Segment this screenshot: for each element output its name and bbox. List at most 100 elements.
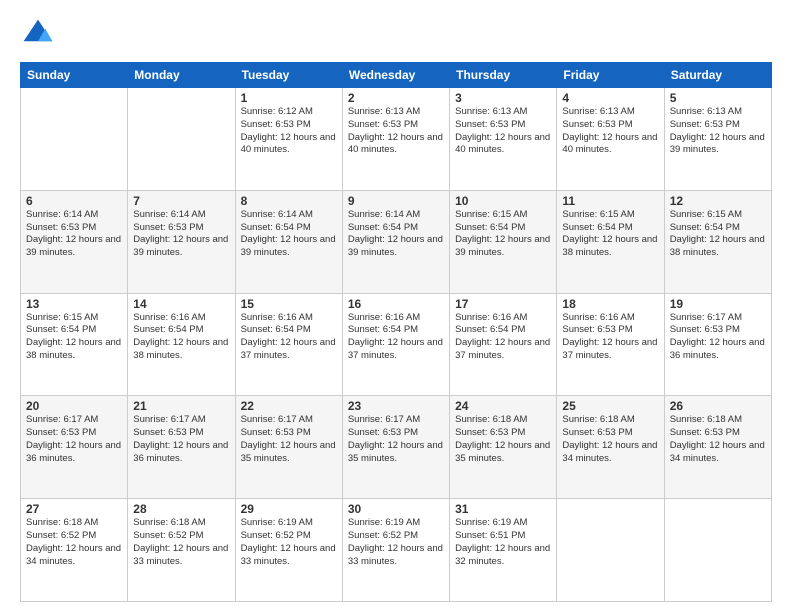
calendar-cell: 18Sunrise: 6:16 AMSunset: 6:53 PMDayligh…	[557, 293, 664, 396]
calendar-cell: 22Sunrise: 6:17 AMSunset: 6:53 PMDayligh…	[235, 396, 342, 499]
day-info: Sunrise: 6:17 AMSunset: 6:53 PMDaylight:…	[26, 414, 122, 465]
calendar-cell: 3Sunrise: 6:13 AMSunset: 6:53 PMDaylight…	[450, 88, 557, 191]
day-info: Sunrise: 6:18 AMSunset: 6:52 PMDaylight:…	[133, 517, 229, 568]
calendar-cell: 24Sunrise: 6:18 AMSunset: 6:53 PMDayligh…	[450, 396, 557, 499]
day-info: Sunrise: 6:19 AMSunset: 6:52 PMDaylight:…	[241, 517, 337, 568]
day-info: Sunrise: 6:13 AMSunset: 6:53 PMDaylight:…	[670, 106, 766, 157]
weekday-saturday: Saturday	[664, 63, 771, 88]
day-number: 6	[26, 194, 122, 208]
day-info: Sunrise: 6:18 AMSunset: 6:53 PMDaylight:…	[455, 414, 551, 465]
calendar-week-4: 20Sunrise: 6:17 AMSunset: 6:53 PMDayligh…	[21, 396, 772, 499]
calendar-cell: 13Sunrise: 6:15 AMSunset: 6:54 PMDayligh…	[21, 293, 128, 396]
day-info: Sunrise: 6:17 AMSunset: 6:53 PMDaylight:…	[133, 414, 229, 465]
day-number: 22	[241, 399, 337, 413]
calendar-cell: 31Sunrise: 6:19 AMSunset: 6:51 PMDayligh…	[450, 499, 557, 602]
day-info: Sunrise: 6:13 AMSunset: 6:53 PMDaylight:…	[348, 106, 444, 157]
day-number: 19	[670, 297, 766, 311]
day-info: Sunrise: 6:17 AMSunset: 6:53 PMDaylight:…	[241, 414, 337, 465]
logo-icon	[20, 16, 56, 52]
calendar-cell: 4Sunrise: 6:13 AMSunset: 6:53 PMDaylight…	[557, 88, 664, 191]
calendar-cell: 6Sunrise: 6:14 AMSunset: 6:53 PMDaylight…	[21, 190, 128, 293]
day-number: 8	[241, 194, 337, 208]
day-info: Sunrise: 6:18 AMSunset: 6:53 PMDaylight:…	[670, 414, 766, 465]
day-info: Sunrise: 6:13 AMSunset: 6:53 PMDaylight:…	[562, 106, 658, 157]
calendar-cell	[664, 499, 771, 602]
day-info: Sunrise: 6:14 AMSunset: 6:53 PMDaylight:…	[133, 209, 229, 260]
day-number: 31	[455, 502, 551, 516]
calendar-week-1: 1Sunrise: 6:12 AMSunset: 6:53 PMDaylight…	[21, 88, 772, 191]
day-info: Sunrise: 6:19 AMSunset: 6:51 PMDaylight:…	[455, 517, 551, 568]
day-info: Sunrise: 6:17 AMSunset: 6:53 PMDaylight:…	[670, 312, 766, 363]
day-info: Sunrise: 6:15 AMSunset: 6:54 PMDaylight:…	[26, 312, 122, 363]
day-number: 3	[455, 91, 551, 105]
header	[20, 16, 772, 52]
calendar-cell: 28Sunrise: 6:18 AMSunset: 6:52 PMDayligh…	[128, 499, 235, 602]
page: SundayMondayTuesdayWednesdayThursdayFrid…	[0, 0, 792, 612]
calendar-cell: 9Sunrise: 6:14 AMSunset: 6:54 PMDaylight…	[342, 190, 449, 293]
calendar-cell: 20Sunrise: 6:17 AMSunset: 6:53 PMDayligh…	[21, 396, 128, 499]
calendar-week-3: 13Sunrise: 6:15 AMSunset: 6:54 PMDayligh…	[21, 293, 772, 396]
day-number: 18	[562, 297, 658, 311]
calendar-cell: 7Sunrise: 6:14 AMSunset: 6:53 PMDaylight…	[128, 190, 235, 293]
day-info: Sunrise: 6:18 AMSunset: 6:53 PMDaylight:…	[562, 414, 658, 465]
day-number: 11	[562, 194, 658, 208]
calendar-cell: 15Sunrise: 6:16 AMSunset: 6:54 PMDayligh…	[235, 293, 342, 396]
day-number: 1	[241, 91, 337, 105]
day-number: 13	[26, 297, 122, 311]
day-number: 14	[133, 297, 229, 311]
calendar-cell: 29Sunrise: 6:19 AMSunset: 6:52 PMDayligh…	[235, 499, 342, 602]
weekday-tuesday: Tuesday	[235, 63, 342, 88]
calendar-cell: 1Sunrise: 6:12 AMSunset: 6:53 PMDaylight…	[235, 88, 342, 191]
calendar-cell: 8Sunrise: 6:14 AMSunset: 6:54 PMDaylight…	[235, 190, 342, 293]
calendar-cell: 17Sunrise: 6:16 AMSunset: 6:54 PMDayligh…	[450, 293, 557, 396]
calendar-cell: 19Sunrise: 6:17 AMSunset: 6:53 PMDayligh…	[664, 293, 771, 396]
day-info: Sunrise: 6:12 AMSunset: 6:53 PMDaylight:…	[241, 106, 337, 157]
calendar-cell: 25Sunrise: 6:18 AMSunset: 6:53 PMDayligh…	[557, 396, 664, 499]
day-number: 29	[241, 502, 337, 516]
day-info: Sunrise: 6:14 AMSunset: 6:53 PMDaylight:…	[26, 209, 122, 260]
day-info: Sunrise: 6:14 AMSunset: 6:54 PMDaylight:…	[348, 209, 444, 260]
calendar-cell: 2Sunrise: 6:13 AMSunset: 6:53 PMDaylight…	[342, 88, 449, 191]
day-info: Sunrise: 6:15 AMSunset: 6:54 PMDaylight:…	[670, 209, 766, 260]
day-info: Sunrise: 6:16 AMSunset: 6:54 PMDaylight:…	[133, 312, 229, 363]
day-info: Sunrise: 6:17 AMSunset: 6:53 PMDaylight:…	[348, 414, 444, 465]
calendar-cell: 12Sunrise: 6:15 AMSunset: 6:54 PMDayligh…	[664, 190, 771, 293]
day-number: 21	[133, 399, 229, 413]
day-info: Sunrise: 6:16 AMSunset: 6:53 PMDaylight:…	[562, 312, 658, 363]
logo	[20, 16, 60, 52]
day-number: 9	[348, 194, 444, 208]
day-number: 28	[133, 502, 229, 516]
calendar-week-5: 27Sunrise: 6:18 AMSunset: 6:52 PMDayligh…	[21, 499, 772, 602]
weekday-header-row: SundayMondayTuesdayWednesdayThursdayFrid…	[21, 63, 772, 88]
day-info: Sunrise: 6:18 AMSunset: 6:52 PMDaylight:…	[26, 517, 122, 568]
day-info: Sunrise: 6:16 AMSunset: 6:54 PMDaylight:…	[455, 312, 551, 363]
calendar-cell: 11Sunrise: 6:15 AMSunset: 6:54 PMDayligh…	[557, 190, 664, 293]
day-number: 17	[455, 297, 551, 311]
calendar-cell: 27Sunrise: 6:18 AMSunset: 6:52 PMDayligh…	[21, 499, 128, 602]
calendar-cell: 5Sunrise: 6:13 AMSunset: 6:53 PMDaylight…	[664, 88, 771, 191]
calendar-cell: 16Sunrise: 6:16 AMSunset: 6:54 PMDayligh…	[342, 293, 449, 396]
day-number: 2	[348, 91, 444, 105]
day-number: 12	[670, 194, 766, 208]
day-number: 25	[562, 399, 658, 413]
day-number: 15	[241, 297, 337, 311]
day-info: Sunrise: 6:15 AMSunset: 6:54 PMDaylight:…	[562, 209, 658, 260]
calendar-week-2: 6Sunrise: 6:14 AMSunset: 6:53 PMDaylight…	[21, 190, 772, 293]
weekday-sunday: Sunday	[21, 63, 128, 88]
day-number: 26	[670, 399, 766, 413]
weekday-friday: Friday	[557, 63, 664, 88]
day-number: 10	[455, 194, 551, 208]
day-number: 4	[562, 91, 658, 105]
day-info: Sunrise: 6:19 AMSunset: 6:52 PMDaylight:…	[348, 517, 444, 568]
day-number: 23	[348, 399, 444, 413]
day-number: 30	[348, 502, 444, 516]
weekday-monday: Monday	[128, 63, 235, 88]
day-number: 20	[26, 399, 122, 413]
day-info: Sunrise: 6:13 AMSunset: 6:53 PMDaylight:…	[455, 106, 551, 157]
day-number: 5	[670, 91, 766, 105]
day-number: 24	[455, 399, 551, 413]
calendar-cell: 14Sunrise: 6:16 AMSunset: 6:54 PMDayligh…	[128, 293, 235, 396]
day-number: 7	[133, 194, 229, 208]
calendar-cell: 23Sunrise: 6:17 AMSunset: 6:53 PMDayligh…	[342, 396, 449, 499]
calendar-cell: 26Sunrise: 6:18 AMSunset: 6:53 PMDayligh…	[664, 396, 771, 499]
